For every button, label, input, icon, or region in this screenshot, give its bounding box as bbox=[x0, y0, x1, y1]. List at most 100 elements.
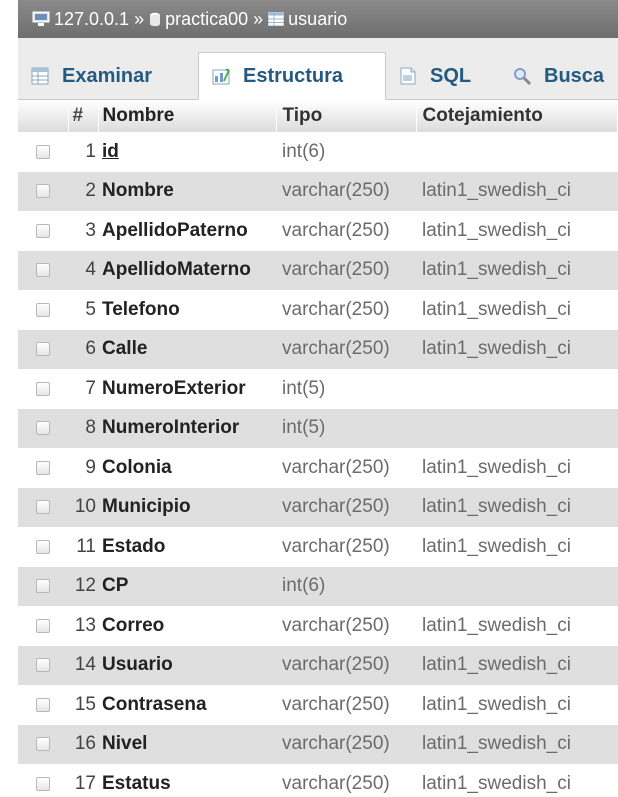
row-checkbox[interactable] bbox=[36, 539, 50, 554]
tab-buscar[interactable]: Busca bbox=[500, 52, 618, 100]
table-row[interactable]: 11 Estado varchar(250) latin1_swedish_ci bbox=[18, 527, 618, 567]
breadcrumb-server[interactable]: 127.0.0.1 bbox=[32, 9, 129, 30]
column-type: varchar(250) bbox=[276, 487, 416, 527]
header-collation[interactable]: Cotejamiento bbox=[416, 100, 618, 132]
row-checkbox[interactable] bbox=[36, 184, 50, 199]
row-checkbox[interactable] bbox=[36, 658, 50, 673]
row-checkbox[interactable] bbox=[36, 776, 50, 791]
table-row[interactable]: 1 id int(6) bbox=[18, 132, 618, 172]
column-collation: latin1_swedish_ci bbox=[416, 290, 618, 330]
row-checkbox[interactable] bbox=[36, 421, 50, 436]
column-type: int(5) bbox=[276, 369, 416, 409]
browse-icon bbox=[31, 67, 49, 85]
row-checkbox[interactable] bbox=[36, 223, 50, 238]
row-number: 7 bbox=[68, 369, 98, 409]
row-number: 1 bbox=[68, 132, 98, 172]
column-collation: latin1_swedish_ci bbox=[416, 250, 618, 290]
header-number[interactable]: # bbox=[68, 100, 99, 132]
tab-examinar[interactable]: Examinar bbox=[18, 52, 194, 100]
table-row[interactable]: 10 Municipio varchar(250) latin1_swedish_ci bbox=[18, 487, 618, 527]
column-type: varchar(250) bbox=[276, 606, 416, 646]
row-checkbox[interactable] bbox=[36, 737, 50, 752]
table-row[interactable]: 8 NumeroInterior int(5) bbox=[18, 408, 618, 448]
row-number: 13 bbox=[68, 606, 98, 646]
row-checkbox[interactable] bbox=[36, 697, 50, 712]
header-checkbox-col bbox=[18, 100, 69, 132]
search-icon bbox=[514, 68, 532, 86]
breadcrumb-database-label: practica00 bbox=[165, 8, 249, 29]
column-type: varchar(250) bbox=[276, 764, 416, 797]
breadcrumb-table[interactable]: usuario bbox=[268, 9, 347, 30]
column-collation: latin1_swedish_ci bbox=[416, 724, 618, 764]
row-number: 16 bbox=[68, 724, 98, 764]
column-name: Contrasena bbox=[98, 685, 276, 725]
breadcrumb-separator: » bbox=[253, 8, 264, 29]
row-checkbox[interactable] bbox=[36, 500, 50, 515]
row-checkbox-cell bbox=[18, 290, 68, 330]
row-checkbox-cell bbox=[18, 724, 68, 764]
tab-sql[interactable]: SQL bbox=[386, 52, 494, 100]
table-row[interactable]: 6 Calle varchar(250) latin1_swedish_ci bbox=[18, 329, 618, 369]
row-number: 14 bbox=[68, 645, 98, 685]
sql-icon bbox=[400, 67, 416, 85]
table-row[interactable]: 7 NumeroExterior int(5) bbox=[18, 369, 618, 409]
column-collation: latin1_swedish_ci bbox=[416, 171, 618, 211]
column-collation: latin1_swedish_ci bbox=[416, 211, 618, 251]
column-type: varchar(250) bbox=[276, 448, 416, 488]
table-row[interactable]: 9 Colonia varchar(250) latin1_swedish_ci bbox=[18, 448, 618, 488]
table-row[interactable]: 16 Nivel varchar(250) latin1_swedish_ci bbox=[18, 724, 618, 764]
table-row[interactable]: 17 Estatus varchar(250) latin1_swedish_ci bbox=[18, 764, 618, 797]
row-checkbox-cell bbox=[18, 685, 68, 725]
row-checkbox-cell bbox=[18, 171, 68, 211]
row-checkbox[interactable] bbox=[36, 460, 50, 475]
table-icon bbox=[268, 12, 285, 26]
row-checkbox-cell bbox=[18, 369, 68, 409]
table-row[interactable]: 5 Telefono varchar(250) latin1_swedish_ci bbox=[18, 290, 618, 330]
row-number: 8 bbox=[68, 408, 98, 448]
table-row[interactable]: 13 Correo varchar(250) latin1_swedish_ci bbox=[18, 606, 618, 646]
table-row[interactable]: 4 ApellidoMaterno varchar(250) latin1_swedi… bbox=[18, 250, 618, 290]
column-name: Nombre bbox=[98, 171, 276, 211]
row-checkbox-cell bbox=[18, 764, 68, 797]
column-name: NumeroExterior bbox=[98, 369, 276, 409]
column-type: int(6) bbox=[276, 132, 416, 172]
table-row[interactable]: 15 Contrasena varchar(250) latin1_swedish_c… bbox=[18, 685, 618, 725]
table-row[interactable]: 14 Usuario varchar(250) latin1_swedish_ci bbox=[18, 645, 618, 685]
database-icon bbox=[150, 12, 161, 26]
row-checkbox[interactable] bbox=[36, 381, 50, 396]
tab-bar: Examinar Estructura SQL Busca bbox=[18, 38, 618, 100]
structure-icon bbox=[212, 69, 230, 85]
column-name: ApellidoMaterno bbox=[98, 250, 276, 290]
column-name: Nivel bbox=[98, 724, 276, 764]
breadcrumb-database[interactable]: practica00 bbox=[149, 9, 248, 30]
column-name: id bbox=[98, 132, 276, 172]
row-number: 12 bbox=[68, 566, 98, 606]
row-number: 3 bbox=[68, 211, 98, 251]
column-collation: latin1_swedish_ci bbox=[416, 527, 618, 567]
tab-label: Estructura bbox=[243, 64, 344, 87]
column-name: Telefono bbox=[98, 290, 276, 330]
row-checkbox[interactable] bbox=[36, 342, 50, 357]
row-checkbox-cell bbox=[18, 329, 68, 369]
table-row[interactable]: 2 Nombre varchar(250) latin1_swedish_ci bbox=[18, 171, 618, 211]
table-row[interactable]: 12 CP int(6) bbox=[18, 566, 618, 606]
column-collation: latin1_swedish_ci bbox=[416, 764, 618, 797]
row-number: 10 bbox=[68, 487, 98, 527]
server-icon bbox=[32, 11, 50, 26]
table-row[interactable]: 3 ApellidoPaterno varchar(250) latin1_swedi… bbox=[18, 211, 618, 251]
header-type[interactable]: Tipo bbox=[276, 100, 417, 132]
column-collation: latin1_swedish_ci bbox=[416, 606, 618, 646]
column-name: Usuario bbox=[98, 645, 276, 685]
row-checkbox[interactable] bbox=[36, 263, 50, 278]
row-checkbox[interactable] bbox=[36, 302, 50, 317]
tab-estructura[interactable]: Estructura bbox=[198, 52, 386, 100]
row-checkbox[interactable] bbox=[36, 144, 50, 159]
row-checkbox[interactable] bbox=[36, 618, 50, 633]
column-collation bbox=[416, 132, 618, 172]
column-type: varchar(250) bbox=[276, 329, 416, 369]
breadcrumb: 127.0.0.1 » practica00 » usuario bbox=[18, 0, 618, 38]
row-number: 2 bbox=[68, 171, 98, 211]
row-number: 5 bbox=[68, 290, 98, 330]
header-name[interactable]: Nombre bbox=[98, 100, 277, 132]
row-checkbox[interactable] bbox=[36, 579, 50, 594]
